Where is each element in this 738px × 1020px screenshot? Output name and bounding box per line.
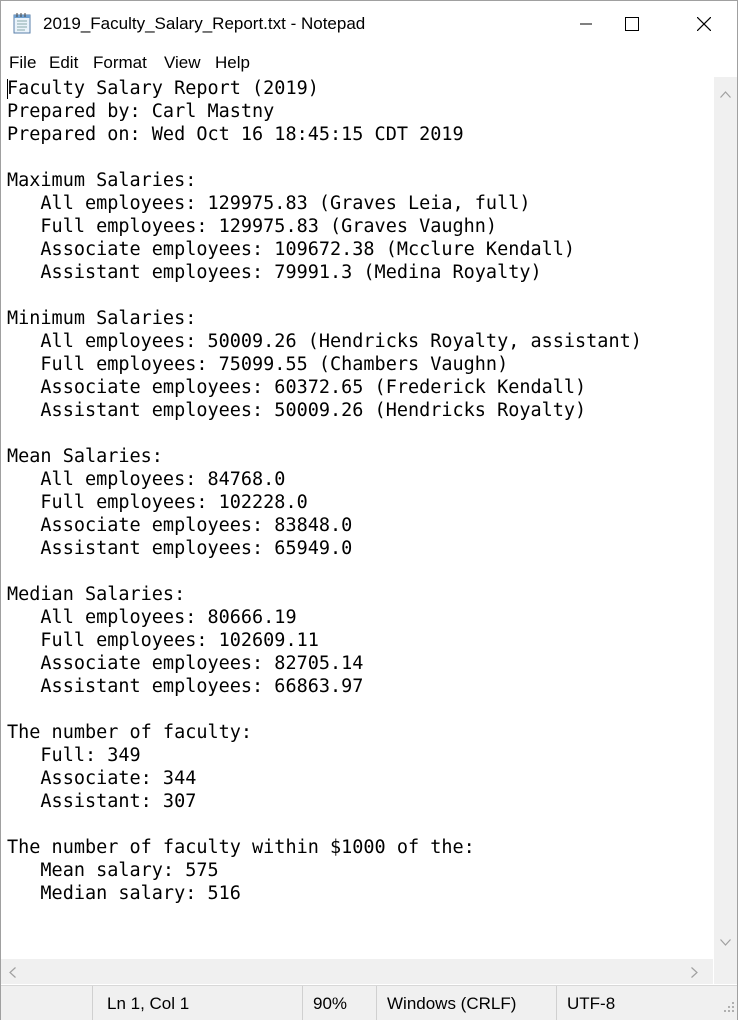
text-caret	[7, 79, 8, 99]
status-cell-encoding: UTF-8	[556, 986, 736, 1020]
status-zoom: 90%	[313, 994, 348, 1013]
menu-bar: File Edit Format View Help	[1, 48, 737, 76]
status-position: Ln 1, Col 1	[107, 994, 190, 1013]
scroll-left-icon[interactable]	[9, 965, 16, 983]
close-button[interactable]	[681, 1, 727, 47]
notepad-window: 2019_Faculty_Salary_Report.txt - Notepad…	[0, 0, 738, 1020]
status-cell-zoom: 90%	[302, 986, 377, 1020]
horizontal-scrollbar[interactable]	[1, 959, 713, 984]
menu-help[interactable]: Help	[215, 53, 250, 73]
document-text[interactable]: Faculty Salary Report (2019) Prepared by…	[7, 77, 642, 905]
title-bar[interactable]: 2019_Faculty_Salary_Report.txt - Notepad	[1, 1, 737, 47]
status-cell-position: Ln 1, Col 1	[92, 986, 303, 1020]
menu-format[interactable]: Format	[93, 53, 147, 73]
scroll-right-icon[interactable]	[691, 965, 698, 983]
scroll-down-icon[interactable]	[720, 933, 731, 951]
minimize-button[interactable]	[563, 1, 609, 47]
scroll-up-icon[interactable]	[720, 85, 731, 103]
minimize-icon	[580, 23, 592, 25]
status-bar: Ln 1, Col 1 90% Windows (CRLF) UTF-8	[1, 985, 737, 1020]
vertical-scrollbar[interactable]	[714, 77, 737, 959]
text-editor[interactable]: Faculty Salary Report (2019) Prepared by…	[1, 77, 713, 959]
notepad-icon	[13, 12, 33, 34]
status-encoding: UTF-8	[567, 994, 616, 1013]
maximize-button[interactable]	[609, 1, 655, 47]
window-title: 2019_Faculty_Salary_Report.txt - Notepad	[43, 14, 366, 33]
menu-edit[interactable]: Edit	[49, 53, 78, 73]
close-icon	[697, 17, 711, 31]
menu-file[interactable]: File	[9, 53, 36, 73]
status-line-endings: Windows (CRLF)	[387, 994, 517, 1013]
scrollbar-corner	[714, 959, 737, 984]
menu-view[interactable]: View	[164, 53, 201, 73]
resize-grip-icon[interactable]	[723, 1000, 735, 1018]
status-cell-line-endings: Windows (CRLF)	[376, 986, 557, 1020]
maximize-icon	[625, 17, 639, 31]
